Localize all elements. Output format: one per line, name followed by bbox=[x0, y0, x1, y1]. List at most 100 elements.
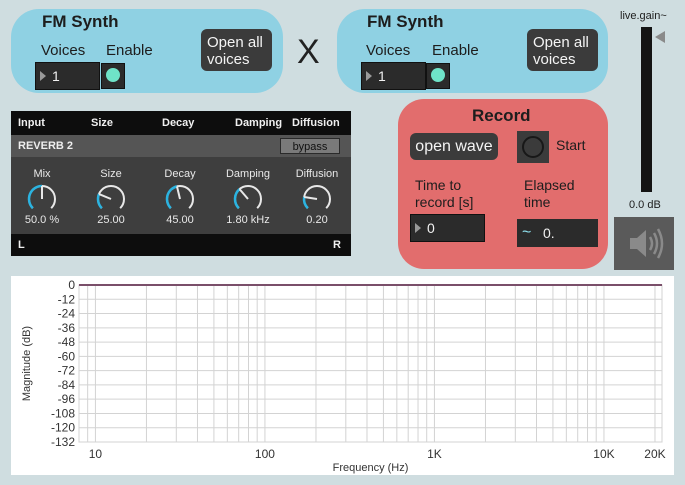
y-tick-label: -84 bbox=[58, 378, 76, 392]
reverb-header-damping: Damping bbox=[235, 117, 283, 129]
knob-pointer bbox=[175, 186, 181, 200]
time-label-line1: Time to bbox=[415, 177, 462, 193]
open-all-label-line1: Open all bbox=[533, 34, 589, 51]
size-knob-label: Size bbox=[100, 168, 122, 180]
y-axis-title: Magnitude (dB) bbox=[21, 326, 33, 401]
diffusion-knob-value: 0.20 bbox=[306, 214, 328, 226]
x-tick-label: 1K bbox=[427, 447, 442, 461]
enable-toggle-right[interactable] bbox=[426, 63, 450, 89]
decay-knob[interactable] bbox=[163, 182, 197, 216]
x-tick-label: 100 bbox=[255, 447, 275, 461]
enable-label-right: Enable bbox=[432, 42, 479, 59]
voices-label-right: Voices bbox=[366, 42, 411, 59]
damping-knob-value: 1.80 kHz bbox=[226, 214, 270, 226]
start-ring-icon bbox=[522, 136, 544, 158]
reverb-title-row: REVERB 2 bypass bbox=[11, 135, 351, 157]
gain-label: live.gain~ bbox=[620, 10, 667, 22]
size-knob[interactable] bbox=[94, 182, 128, 216]
elapsed-time-label: Elapsed time bbox=[524, 177, 575, 211]
voices-value-right: 1 bbox=[378, 68, 386, 84]
fm-synth-title-right: FM Synth bbox=[367, 12, 444, 31]
size-knob-value: 25.00 bbox=[97, 214, 125, 226]
reverb-header-bar: Input Size Decay Damping Diffusion bbox=[11, 111, 351, 135]
chart-svg: 0-12-24-36-48-60-72-84-96-108-120-132 10 1… bbox=[21, 278, 666, 474]
decay-knob-label: Decay bbox=[164, 168, 196, 180]
voices-number-box-right[interactable]: 1 bbox=[361, 62, 426, 90]
elapsed-label-line2: time bbox=[524, 194, 551, 210]
speaker-icon bbox=[630, 228, 664, 259]
plot-area bbox=[78, 284, 663, 443]
y-tick-label: -108 bbox=[51, 406, 75, 420]
y-tick-label: -132 bbox=[51, 435, 75, 449]
y-tick-label: 0 bbox=[68, 278, 75, 292]
magnitude-response-chart: 0 -12 -24 -36 -48 -60 -72 -84 -96 -108 -120 -132 10 1… bbox=[11, 276, 674, 475]
mix-knob[interactable] bbox=[25, 182, 59, 216]
decay-knob-value: 45.00 bbox=[166, 214, 194, 226]
gain-thumb-icon[interactable] bbox=[655, 31, 665, 43]
open-all-voices-button-right[interactable]: Open all voices bbox=[527, 29, 598, 71]
time-label-line2: record [s] bbox=[415, 194, 474, 210]
mute-button[interactable] bbox=[614, 217, 674, 270]
damping-knob-label: Damping bbox=[225, 168, 271, 180]
fm-synth-title-left: FM Synth bbox=[42, 12, 119, 31]
time-to-record-value: 0 bbox=[427, 220, 435, 236]
y-tick-label: -12 bbox=[58, 292, 76, 306]
left-channel-label: L bbox=[18, 239, 25, 251]
x-tick-label: 20K bbox=[644, 447, 665, 461]
open-all-label-line2: voices bbox=[207, 51, 250, 68]
elapsed-label-line1: Elapsed bbox=[524, 177, 575, 193]
reverb-header-decay: Decay bbox=[162, 117, 195, 129]
reverb-device: Input Size Decay Damping Diffusion REVER… bbox=[11, 111, 351, 256]
elapsed-time-display: ~ 0. bbox=[517, 219, 598, 247]
y-tick-label: -60 bbox=[58, 349, 76, 363]
damping-knob[interactable] bbox=[231, 182, 265, 216]
open-all-voices-button-left[interactable]: Open all voices bbox=[201, 29, 272, 71]
reverb-name: REVERB 2 bbox=[18, 140, 74, 152]
multiply-symbol: X bbox=[297, 33, 320, 71]
y-tick-label: -72 bbox=[58, 364, 76, 378]
triangle-icon bbox=[40, 71, 46, 81]
start-button[interactable] bbox=[517, 131, 549, 163]
mix-knob-value: 50.0 % bbox=[24, 214, 60, 226]
knob-pointer bbox=[98, 193, 112, 200]
time-to-record-label: Time to record [s] bbox=[415, 177, 473, 211]
knob-pointer bbox=[304, 195, 318, 200]
open-all-label-line1: Open all bbox=[207, 34, 263, 51]
diffusion-knob[interactable] bbox=[300, 182, 334, 216]
open-all-label-line2: voices bbox=[533, 51, 576, 68]
reverb-footer-bar: L R bbox=[11, 234, 351, 256]
knob-pointer bbox=[238, 188, 249, 200]
triangle-icon bbox=[366, 71, 372, 81]
diffusion-knob-label: Diffusion bbox=[295, 168, 339, 180]
x-tick-label: 10 bbox=[89, 447, 103, 461]
y-tick-label: -24 bbox=[58, 307, 76, 321]
gain-slider[interactable] bbox=[641, 27, 652, 192]
reverb-header-diffusion: Diffusion bbox=[292, 117, 340, 129]
x-axis-title: Frequency (Hz) bbox=[333, 462, 409, 474]
reverb-header-input: Input bbox=[18, 117, 45, 129]
right-channel-label: R bbox=[333, 239, 341, 251]
voices-number-box-left[interactable]: 1 bbox=[35, 62, 100, 90]
record-title: Record bbox=[472, 106, 531, 125]
y-tick-label: -36 bbox=[58, 321, 76, 335]
elapsed-time-value: 0. bbox=[543, 225, 555, 241]
mix-knob-label: Mix bbox=[33, 168, 51, 180]
start-label: Start bbox=[556, 137, 586, 153]
voices-value-left: 1 bbox=[52, 68, 60, 84]
time-to-record-number-box[interactable]: 0 bbox=[410, 214, 485, 242]
bypass-button[interactable]: bypass bbox=[280, 138, 340, 154]
voices-label-left: Voices bbox=[41, 42, 86, 59]
enable-label-left: Enable bbox=[106, 42, 153, 59]
open-wave-button[interactable]: open wave bbox=[410, 133, 498, 160]
y-tick-label: -48 bbox=[58, 335, 76, 349]
enable-toggle-left[interactable] bbox=[101, 63, 125, 89]
y-tick-label: -120 bbox=[51, 421, 75, 435]
y-tick-label: -96 bbox=[58, 392, 76, 406]
triangle-icon bbox=[415, 223, 421, 233]
enable-indicator-right bbox=[431, 68, 445, 82]
x-tick-label: 10K bbox=[593, 447, 614, 461]
enable-indicator-left bbox=[106, 68, 120, 82]
gain-value: 0.0 dB bbox=[629, 199, 661, 211]
reverb-header-size: Size bbox=[91, 117, 114, 129]
signal-tilde-icon: ~ bbox=[522, 224, 532, 241]
